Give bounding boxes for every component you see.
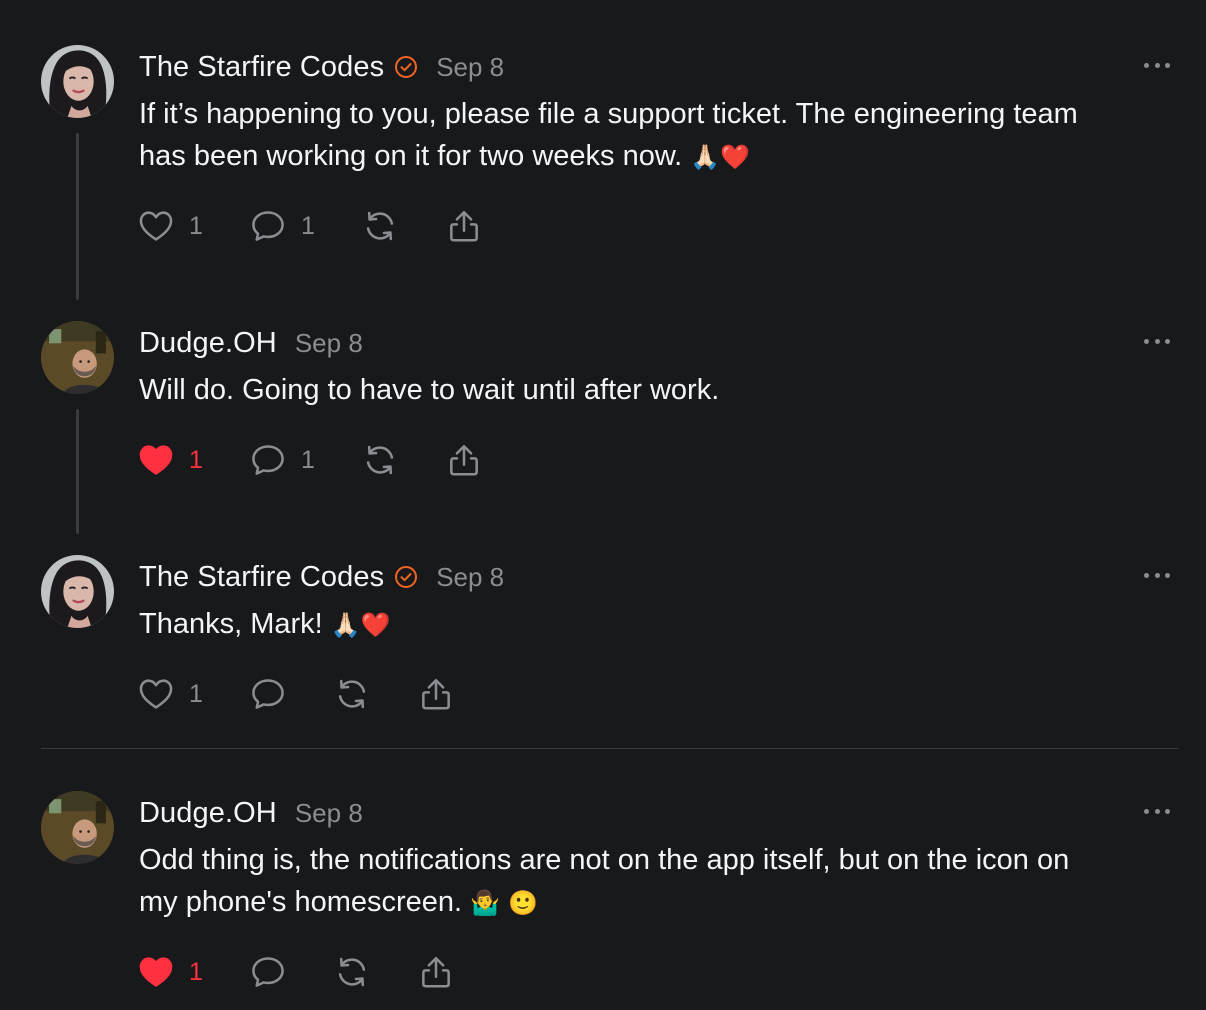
verified-badge-icon xyxy=(394,55,418,79)
post-text-line: If it’s happening to you, please file a … xyxy=(139,98,1078,130)
emoji: ❤️ xyxy=(720,143,751,171)
emoji: 🙂 xyxy=(508,889,538,917)
username[interactable]: The Starfire Codes xyxy=(139,561,384,594)
post-text: Odd thing is, the notifications are not … xyxy=(139,839,1169,924)
reply-count: 1 xyxy=(301,445,315,474)
comment-icon xyxy=(249,953,287,991)
repost-button[interactable] xyxy=(361,441,445,479)
repost-icon xyxy=(333,675,371,713)
avatar-image xyxy=(41,45,114,118)
verified-badge-icon xyxy=(394,565,418,589)
post-text-line: has been working on it for two weeks now… xyxy=(139,135,1169,178)
share-button[interactable] xyxy=(417,675,455,713)
timestamp[interactable]: Sep 8 xyxy=(436,562,504,593)
like-button[interactable]: 1 xyxy=(137,953,249,991)
share-icon xyxy=(417,675,455,713)
avatar-image xyxy=(41,555,114,628)
post-header: Dudge.OH Sep 8 xyxy=(139,793,363,833)
more-options-icon[interactable] xyxy=(1144,333,1170,349)
avatar[interactable] xyxy=(41,321,114,394)
action-bar: 1 1 xyxy=(137,206,483,246)
heart-filled-icon xyxy=(137,441,175,479)
emoji: ❤️ xyxy=(360,611,391,639)
thread-line xyxy=(76,133,79,300)
post-text-line-content: has been working on it for two weeks now… xyxy=(139,140,683,172)
like-button[interactable]: 1 xyxy=(137,441,249,479)
repost-icon xyxy=(361,207,399,245)
share-button[interactable] xyxy=(445,441,483,479)
post-text-line: my phone's homescreen. 🤷‍♂️ 🙂 xyxy=(139,881,1169,924)
heart-icon xyxy=(137,675,175,713)
more-options-icon[interactable] xyxy=(1144,57,1170,73)
post-header: The Starfire Codes Sep 8 xyxy=(139,557,504,597)
share-icon xyxy=(445,441,483,479)
post-text-line-content: Thanks, Mark! xyxy=(139,608,323,640)
avatar[interactable] xyxy=(41,555,114,628)
username[interactable]: Dudge.OH xyxy=(139,327,277,360)
post-header: Dudge.OH Sep 8 xyxy=(139,323,363,363)
more-options-icon[interactable] xyxy=(1144,803,1170,819)
emoji: 🙏🏻 xyxy=(690,143,721,171)
action-bar: 1 xyxy=(137,952,455,992)
username[interactable]: Dudge.OH xyxy=(139,797,277,830)
reply-button[interactable] xyxy=(249,675,333,713)
post-text-line: Thanks, Mark! 🙏🏻❤️ xyxy=(139,603,1169,646)
share-button[interactable] xyxy=(417,953,455,991)
post-text: Will do. Going to have to wait until aft… xyxy=(139,369,1169,411)
repost-icon xyxy=(361,441,399,479)
post-text-line: Will do. Going to have to wait until aft… xyxy=(139,374,720,406)
repost-button[interactable] xyxy=(333,953,417,991)
post-text-line-content: my phone's homescreen. xyxy=(139,886,463,918)
repost-button[interactable] xyxy=(361,207,445,245)
avatar-image xyxy=(41,791,114,864)
share-button[interactable] xyxy=(445,207,483,245)
thread-line xyxy=(76,409,79,534)
post-header: The Starfire Codes Sep 8 xyxy=(139,47,504,87)
like-count: 1 xyxy=(189,957,203,986)
like-count: 1 xyxy=(189,211,203,240)
heart-icon xyxy=(137,207,175,245)
like-count: 1 xyxy=(189,445,203,474)
timestamp[interactable]: Sep 8 xyxy=(295,328,363,359)
share-icon xyxy=(445,207,483,245)
avatar[interactable] xyxy=(41,45,114,118)
comment-icon xyxy=(249,441,287,479)
more-options-icon[interactable] xyxy=(1144,567,1170,583)
emoji: 🤷‍♂️ xyxy=(470,889,501,917)
like-button[interactable]: 1 xyxy=(137,675,249,713)
avatar-image xyxy=(41,321,114,394)
like-button[interactable]: 1 xyxy=(137,207,249,245)
divider xyxy=(41,748,1178,749)
post-text: Thanks, Mark! 🙏🏻❤️ xyxy=(139,603,1169,646)
avatar[interactable] xyxy=(41,791,114,864)
timestamp[interactable]: Sep 8 xyxy=(436,52,504,83)
emoji: 🙏🏻 xyxy=(330,611,361,639)
repost-icon xyxy=(333,953,371,991)
post-text-line: Odd thing is, the notifications are not … xyxy=(139,844,1070,876)
timestamp[interactable]: Sep 8 xyxy=(295,798,363,829)
username[interactable]: The Starfire Codes xyxy=(139,51,384,84)
comment-icon xyxy=(249,207,287,245)
thread: The Starfire Codes Sep 8 If it’s happeni… xyxy=(0,0,1206,1010)
action-bar: 1 xyxy=(137,674,455,714)
reply-button[interactable]: 1 xyxy=(249,441,361,479)
reply-count: 1 xyxy=(301,211,315,240)
repost-button[interactable] xyxy=(333,675,417,713)
like-count: 1 xyxy=(189,679,203,708)
reply-button[interactable] xyxy=(249,953,333,991)
heart-filled-icon xyxy=(137,953,175,991)
comment-icon xyxy=(249,675,287,713)
reply-button[interactable]: 1 xyxy=(249,207,361,245)
share-icon xyxy=(417,953,455,991)
post-text: If it’s happening to you, please file a … xyxy=(139,93,1169,178)
action-bar: 1 1 xyxy=(137,440,483,480)
